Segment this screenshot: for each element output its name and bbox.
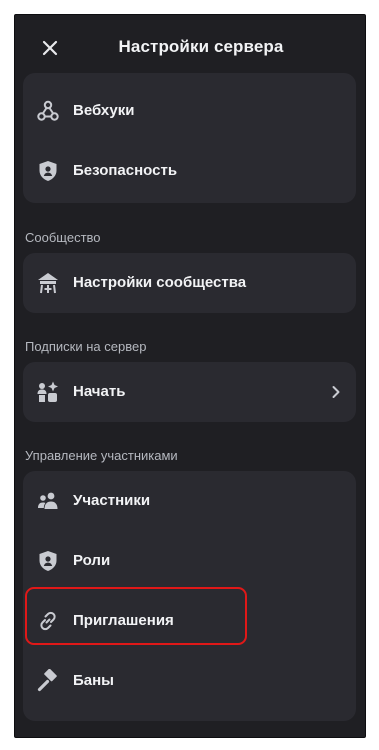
settings-item-security[interactable]: Безопасность xyxy=(23,141,356,201)
settings-item-label: Приглашения xyxy=(73,612,174,629)
link-icon xyxy=(40,611,56,631)
section-header-member-management: Управление участниками xyxy=(25,448,178,463)
settings-item-webhooks[interactable]: Вебхуки xyxy=(23,81,356,141)
settings-group-member-management: Участники Роли Приглашения Баны xyxy=(23,471,356,721)
header: Настройки сервера xyxy=(15,15,365,75)
settings-item-roles[interactable]: Роли xyxy=(23,531,356,591)
settings-group-subscriptions: Начать xyxy=(23,362,356,422)
settings-item-label: Настройки сообщества xyxy=(73,274,247,291)
section-header-community: Сообщество xyxy=(25,230,101,245)
settings-group-community: Настройки сообщества xyxy=(23,253,356,313)
settings-item-community-settings[interactable]: Настройки сообщества xyxy=(23,253,356,313)
settings-item-label: Роли xyxy=(73,552,111,569)
server-settings-screen: Настройки сервера Вебхуки Безопасность С… xyxy=(14,14,366,738)
settings-item-get-started[interactable]: Начать xyxy=(23,362,356,422)
shield-icon xyxy=(39,161,57,181)
settings-item-bans[interactable]: Баны xyxy=(23,651,356,711)
settings-item-members[interactable]: Участники xyxy=(23,471,356,531)
settings-item-label: Начать xyxy=(73,383,126,400)
subscriptions-icon xyxy=(37,381,58,402)
settings-group-general: Вебхуки Безопасность xyxy=(23,73,356,203)
webhook-icon xyxy=(37,100,59,121)
ban-hammer-icon xyxy=(37,669,57,692)
settings-item-label: Баны xyxy=(73,672,114,689)
settings-item-label: Участники xyxy=(73,492,151,509)
section-header-subscriptions: Подписки на сервер xyxy=(25,339,147,354)
settings-item-invites[interactable]: Приглашения xyxy=(23,591,356,651)
settings-item-label: Вебхуки xyxy=(73,102,135,119)
chevron-right-icon xyxy=(332,386,340,398)
page-title: Настройки сервера xyxy=(118,37,284,56)
settings-item-label: Безопасность xyxy=(73,162,178,179)
role-shield-icon xyxy=(39,551,57,571)
community-icon xyxy=(38,273,58,294)
members-icon xyxy=(38,492,58,509)
